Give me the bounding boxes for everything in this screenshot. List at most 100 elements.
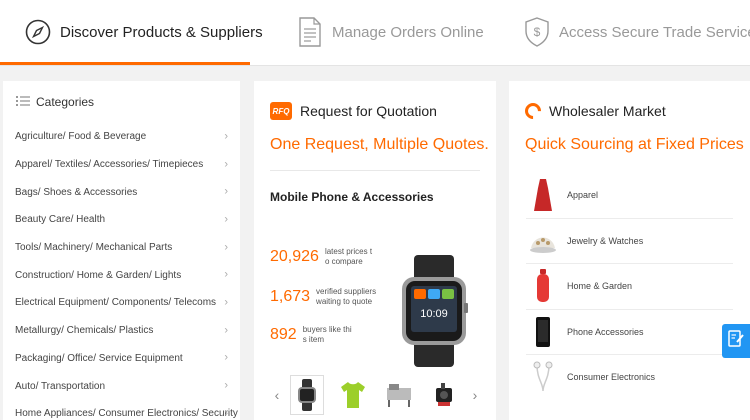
category-item[interactable]: Packaging/ Office/ Service Equipment › [3,345,240,373]
tab-label: Discover Products & Suppliers [60,23,263,41]
active-tab-indicator [0,62,250,65]
top-tab-bar: Discover Products & Suppliers Manage Ord… [0,0,750,66]
wholesaler-panel: Wholesaler Market Quick Sourcing at Fixe… [509,81,750,420]
categories-header: Categories [3,81,240,123]
chevron-left-icon[interactable]: ‹ [270,387,284,403]
stat-desc: latest prices to compare [325,247,372,267]
category-label: Electrical Equipment/ Components/ Teleco… [15,297,217,309]
chevron-right-icon: › [224,130,228,143]
earphones-image [526,359,560,395]
thumbnail-machine[interactable] [382,375,416,415]
tab-label: Manage Orders Online [332,23,484,41]
category-item[interactable]: Auto/ Transportation › [3,372,240,400]
stat-desc-line: latest prices t [324,247,373,256]
tab-trade-services[interactable]: $ Access Secure Trade Services [523,0,750,64]
chevron-right-icon: › [224,268,228,281]
thumbnail-strip: ‹ › [270,373,482,417]
svg-text:10:09: 10:09 [420,308,448,320]
stat-desc-line: buyers like thi [302,325,352,334]
stat-number: 1,673 [270,288,311,305]
chevron-right-icon[interactable]: › [468,387,482,403]
item-label: Jewelry & Watches [567,235,644,246]
tab-manage-orders[interactable]: Manage Orders Online [296,0,484,64]
item-label: Phone Accessories [567,326,644,337]
wholesaler-item[interactable]: Home & Garden [526,263,733,309]
categories-title: Categories [36,95,95,109]
divider [270,170,480,171]
category-item[interactable]: Home Appliances/ Consumer Electronics/ S… [3,400,240,420]
category-label: Bags/ Shoes & Accessories [15,186,138,198]
category-item[interactable]: Tools/ Machinery/ Mechanical Parts › [3,234,240,262]
category-label: Packaging/ Office/ Service Equipment [15,352,183,364]
category-label: Agriculture/ Food & Beverage [15,131,147,143]
document-icon [296,15,324,49]
rfq-logo-icon: RFQ [270,102,292,120]
stat-desc: buyers like thi s item [303,325,352,345]
category-label: Beauty Care/ Health [15,214,106,226]
wholesaler-item[interactable]: Phone Accessories [526,308,733,355]
category-item[interactable]: Bags/ Shoes & Accessories › [3,178,240,206]
stat-desc-line: o compare [324,257,363,266]
rfq-title: Request for Quotation [300,103,437,119]
category-label: Construction/ Home & Garden/ Lights [15,269,182,281]
stat-number: 20,926 [270,248,319,265]
chevron-right-icon: › [224,157,228,170]
chevron-right-icon: › [224,407,228,420]
category-label: Apparel/ Textiles/ Accessories/ Timepiec… [15,159,204,171]
smartwatch-image[interactable]: 10:09 [396,255,472,367]
category-item[interactable]: Beauty Care/ Health › [3,206,240,234]
chevron-right-icon: › [224,324,228,337]
wholesaler-slogan: Quick Sourcing at Fixed Prices [525,136,744,153]
shield-dollar-icon: $ [523,15,551,49]
category-list: Agriculture/ Food & Beverage › Apparel/ T… [3,123,240,420]
chevron-right-icon: › [224,296,228,309]
phone-image [526,314,560,350]
stat-number: 892 [270,326,297,343]
chevron-right-icon: › [224,185,228,198]
thumbnail-shirt[interactable] [336,375,370,415]
category-label: Home Appliances/ Consumer Electronics/ S… [15,408,238,420]
wholesaler-title: Wholesaler Market [549,103,666,119]
category-item[interactable]: Construction/ Home & Garden/ Lights › [3,261,240,289]
chevron-right-icon: › [224,213,228,226]
category-item[interactable]: Agriculture/ Food & Beverage › [3,123,240,151]
dress-image [526,177,560,213]
category-item[interactable]: Electrical Equipment/ Components/ Teleco… [3,289,240,317]
category-label: Tools/ Machinery/ Mechanical Parts [15,242,173,254]
rfq-slogan: One Request, Multiple Quotes. [270,136,489,153]
rfq-header[interactable]: RFQ Request for Quotation [254,96,496,126]
edit-note-icon [728,329,744,353]
wholesaler-item[interactable]: Consumer Electronics [526,354,733,400]
item-label: Consumer Electronics [567,372,656,383]
wholesaler-item[interactable]: Apparel [526,172,733,218]
stat-desc-line: s item [302,335,325,344]
tab-discover[interactable]: Discover Products & Suppliers [24,0,263,64]
bottle-image [526,268,560,304]
product-title[interactable]: Mobile Phone & Accessories [254,190,496,204]
wholesaler-item[interactable]: Jewelry & Watches [526,217,733,264]
wholesaler-header[interactable]: Wholesaler Market [509,96,750,126]
categories-panel: Categories Agriculture/ Food & Beverage ›… [3,81,240,420]
stat-desc-line: verified suppliers [316,287,377,296]
jewelry-image [526,223,560,259]
rfq-panel: RFQ Request for Quotation One Request, M… [254,81,496,420]
thumbnail-watch[interactable] [290,375,324,415]
category-label: Metallurgy/ Chemicals/ Plastics [15,325,154,337]
stat-desc: verified suppliers waiting to quote [316,287,376,307]
chevron-right-icon: › [224,379,228,392]
chevron-right-icon: › [224,351,228,364]
compass-icon [24,15,52,49]
feedback-button[interactable] [722,324,750,358]
category-item[interactable]: Apparel/ Textiles/ Accessories/ Timepiec… [3,151,240,179]
stat-suppliers: 1,673 verified suppliers waiting to quote [270,287,376,307]
stat-desc-line: waiting to quote [316,297,373,306]
category-label: Auto/ Transportation [15,380,106,392]
category-item[interactable]: Metallurgy/ Chemicals/ Plastics › [3,317,240,345]
svg-text:$: $ [534,25,541,39]
item-label: Home & Garden [567,281,633,292]
thumbnail-dashcam[interactable] [428,375,462,415]
chevron-right-icon: › [224,240,228,253]
tab-label: Access Secure Trade Services [559,23,750,41]
list-icon [16,95,30,109]
stat-buyers: 892 buyers like thi s item [270,325,352,345]
